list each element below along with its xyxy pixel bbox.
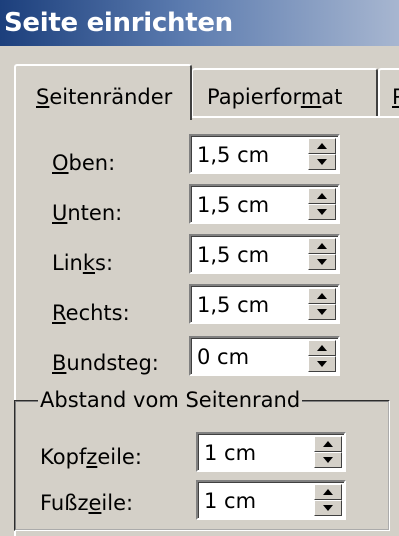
bottom-margin-field[interactable]: 1,5 cm <box>189 184 340 224</box>
top-margin-value[interactable]: 1,5 cm <box>197 142 269 168</box>
group-legend: Abstand vom Seitenrand <box>38 387 303 413</box>
spin-down-button[interactable] <box>308 204 336 220</box>
spin-up-button[interactable] <box>314 436 342 452</box>
spin-up-button[interactable] <box>308 138 336 154</box>
triangle-down-icon <box>317 259 327 265</box>
tab-paper-format[interactable]: Papierformat <box>192 68 378 116</box>
triangle-down-icon <box>317 159 327 165</box>
triangle-up-icon <box>317 193 327 199</box>
triangle-up-icon <box>317 243 327 249</box>
footer-distance-spinner[interactable] <box>314 484 342 516</box>
triangle-down-icon <box>323 457 333 463</box>
spin-down-button[interactable] <box>308 254 336 270</box>
triangle-down-icon <box>317 209 327 215</box>
top-margin-label: Oben: <box>52 151 116 175</box>
gutter-spinner[interactable] <box>308 340 336 372</box>
footer-distance-value[interactable]: 1 cm <box>204 488 256 514</box>
bottom-margin-label: Unten: <box>52 201 123 225</box>
left-margin-spinner[interactable] <box>308 238 336 270</box>
triangle-up-icon <box>317 293 327 299</box>
window-title: Seite einrichten <box>4 8 233 38</box>
spin-down-button[interactable] <box>308 356 336 372</box>
tab-margins[interactable]: Seitenränder <box>14 64 192 120</box>
spin-up-button[interactable] <box>308 288 336 304</box>
page-setup-dialog: Seitenränder Papierformat Pa Oben: 1,5 c… <box>0 46 399 536</box>
right-margin-value[interactable]: 1,5 cm <box>197 292 269 318</box>
footer-distance-label: Fußzeile: <box>40 491 134 515</box>
spin-down-button[interactable] <box>308 304 336 320</box>
triangle-down-icon <box>317 309 327 315</box>
triangle-up-icon <box>323 489 333 495</box>
gutter-field[interactable]: 0 cm <box>189 336 340 376</box>
triangle-up-icon <box>317 345 327 351</box>
tab-strip: Seitenränder Papierformat Pa <box>14 64 399 120</box>
spin-up-button[interactable] <box>308 340 336 356</box>
right-margin-field[interactable]: 1,5 cm <box>189 284 340 324</box>
triangle-down-icon <box>317 361 327 367</box>
triangle-up-icon <box>317 143 327 149</box>
left-margin-field[interactable]: 1,5 cm <box>189 234 340 274</box>
mnemonic: P <box>392 85 399 109</box>
title-bar[interactable]: Seite einrichten <box>0 0 399 46</box>
header-distance-spinner[interactable] <box>314 436 342 468</box>
left-margin-value[interactable]: 1,5 cm <box>197 242 269 268</box>
spin-down-button[interactable] <box>308 154 336 170</box>
bottom-margin-spinner[interactable] <box>308 188 336 220</box>
bottom-margin-value[interactable]: 1,5 cm <box>197 192 269 218</box>
triangle-down-icon <box>323 505 333 511</box>
gutter-label: Bundsteg: <box>52 351 159 375</box>
top-margin-field[interactable]: 1,5 cm <box>189 134 340 174</box>
header-distance-value[interactable]: 1 cm <box>204 440 256 466</box>
triangle-up-icon <box>323 441 333 447</box>
right-margin-label: Rechts: <box>52 301 130 325</box>
mnemonic: S <box>36 85 50 109</box>
right-margin-spinner[interactable] <box>308 288 336 320</box>
header-distance-field[interactable]: 1 cm <box>196 432 346 472</box>
spin-up-button[interactable] <box>308 238 336 254</box>
gutter-value[interactable]: 0 cm <box>197 344 249 370</box>
spin-up-button[interactable] <box>314 484 342 500</box>
header-distance-label: Kopfzeile: <box>40 445 142 469</box>
mnemonic: m <box>300 85 322 109</box>
left-margin-label: Links: <box>52 251 114 275</box>
footer-distance-field[interactable]: 1 cm <box>196 480 346 520</box>
spin-down-button[interactable] <box>314 500 342 516</box>
spin-up-button[interactable] <box>308 188 336 204</box>
tab-paper-source[interactable]: Pa <box>378 68 399 116</box>
top-margin-spinner[interactable] <box>308 138 336 170</box>
spin-down-button[interactable] <box>314 452 342 468</box>
